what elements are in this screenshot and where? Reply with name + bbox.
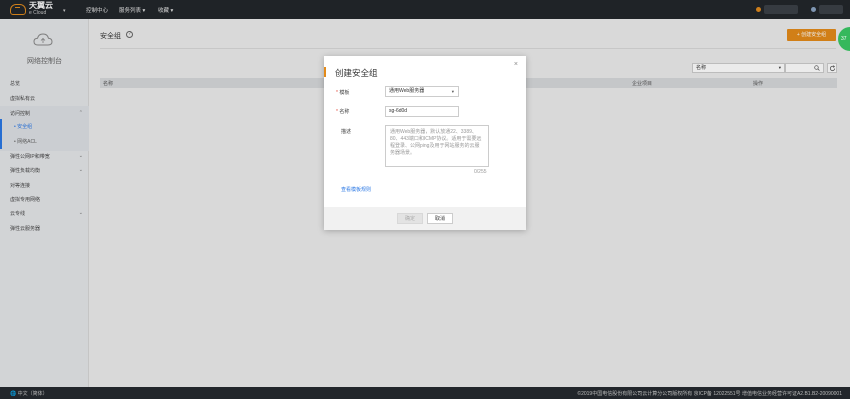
close-icon[interactable]: ×	[514, 61, 518, 68]
char-count: 0/255	[474, 169, 487, 175]
description-label: 描述	[341, 129, 352, 135]
name-input[interactable]: sg-6d0d	[385, 106, 459, 117]
copyright-text: ©2019中国电信股份有限公司云计算分公司版权所有 京ICP备 12022551…	[577, 391, 842, 397]
footer: 🌐 中文（简体） ©2019中国电信股份有限公司云计算分公司版权所有 京ICP备…	[0, 387, 850, 399]
language-selector[interactable]: 🌐 中文（简体）	[10, 390, 48, 397]
description-textarea[interactable]: 通用Web服务器，默认放通22、3389、80、443端口和ICMP协议。适用于…	[385, 125, 489, 167]
name-label: * 名称	[336, 109, 350, 115]
chevron-down-icon: ▾	[451, 89, 454, 94]
ok-button[interactable]: 确定	[397, 213, 423, 224]
dialog-title: 创建安全组	[335, 68, 378, 78]
template-label: * 模板	[336, 90, 350, 96]
dialog-footer: 确定 取消	[324, 207, 526, 230]
cancel-button[interactable]: 取消	[427, 213, 453, 224]
view-template-rules-link[interactable]: 查看模板规则	[341, 186, 371, 193]
create-security-group-dialog: 创建安全组 × * 模板 通用Web服务器 ▾ * 名称 sg-6d0d 描述 …	[324, 56, 526, 230]
template-select[interactable]: 通用Web服务器 ▾	[385, 86, 459, 97]
